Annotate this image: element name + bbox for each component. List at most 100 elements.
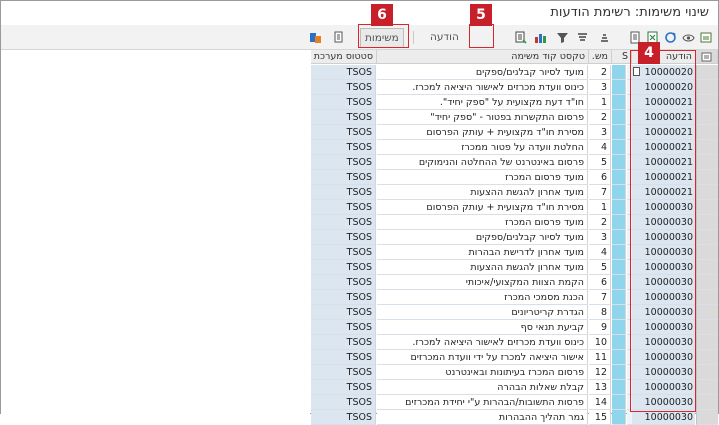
window-title: שינוי משימות: רשימת הודעות <box>550 5 709 20</box>
sort-ascending-icon[interactable] <box>597 30 611 44</box>
empty-area <box>1 365 310 380</box>
empty-area <box>1 275 310 290</box>
cell-s <box>612 215 626 230</box>
cell-s <box>612 350 626 365</box>
cell-status: TSOS <box>311 155 376 170</box>
callout-4: 4 <box>638 42 660 64</box>
row-selector[interactable] <box>696 260 718 275</box>
row-selector[interactable] <box>696 155 718 170</box>
row-selector[interactable] <box>696 110 718 125</box>
cell-num: 6 <box>589 170 611 185</box>
table-row[interactable]: TSOS כינוס וועדת מכרזים לאישור היציאה למכ… <box>1 80 718 95</box>
row-selector[interactable] <box>696 245 718 260</box>
empty-area <box>1 80 310 95</box>
table-row[interactable]: TSOS מסירת חו"ד מקצועית + עותק הפרסום 3 100… <box>1 125 718 140</box>
layout-icon[interactable] <box>308 30 322 44</box>
cell-s <box>612 110 626 125</box>
empty-area <box>1 380 310 395</box>
row-selector[interactable] <box>696 185 718 200</box>
table-row[interactable]: TSOS מועד אחרון להגשת ההצעות 5 10000030 <box>1 260 718 275</box>
cell-num: 2 <box>589 215 611 230</box>
header-task-text[interactable]: טקסט קוד משימה <box>377 50 589 64</box>
row-selector[interactable] <box>696 365 718 380</box>
table-row[interactable]: TSOS מועד לסיור קבלנים/ספקים 2 10000020 <box>1 65 718 80</box>
cell-s <box>612 125 626 140</box>
sort-descending-icon[interactable] <box>575 30 589 44</box>
cell-s <box>612 305 626 320</box>
header-num[interactable]: מש. <box>589 50 612 64</box>
empty-area <box>1 410 310 425</box>
recycle-icon[interactable] <box>663 30 677 44</box>
cell-s <box>612 185 626 200</box>
row-selector[interactable] <box>696 275 718 290</box>
table-row[interactable]: TSOS מועד אחרון להגשת ההצעות 7 10000021 <box>1 185 718 200</box>
row-selector[interactable] <box>696 350 718 365</box>
table-row[interactable]: TSOS גמר תהליך ההבהרות 15 10000030 <box>1 410 718 425</box>
row-selector[interactable] <box>696 335 718 350</box>
select-all-header[interactable] <box>696 50 718 64</box>
empty-area <box>1 155 310 170</box>
row-selector[interactable] <box>696 170 718 185</box>
cell-s <box>612 395 626 410</box>
row-selector[interactable] <box>696 320 718 335</box>
print-preview-icon[interactable] <box>331 30 345 44</box>
row-selector[interactable] <box>696 410 718 425</box>
cell-num: 7 <box>589 185 611 200</box>
empty-area <box>1 395 310 410</box>
header-status[interactable]: סטטוס מערכת <box>311 50 377 64</box>
row-selector[interactable] <box>696 65 718 80</box>
row-selector[interactable] <box>696 200 718 215</box>
row-selector[interactable] <box>696 95 718 110</box>
table-row[interactable]: TSOS החלטת וועדה על פטור ממכרז 4 10000021 <box>1 140 718 155</box>
table-row[interactable]: TSOS פרסום התקשרות בפטור - "ספק יחיד" 2 100… <box>1 110 718 125</box>
table-row[interactable]: TSOS הכנת מסמכי המכרז 7 10000030 <box>1 290 718 305</box>
table-row[interactable]: TSOS הגדרת קריטריונים 8 10000030 <box>1 305 718 320</box>
table-row[interactable]: TSOS מועד לסיור קבלנים/ספקים 3 10000030 <box>1 230 718 245</box>
row-selector[interactable] <box>696 290 718 305</box>
table-row[interactable]: TSOS הקמת הצוות המקצועי/איכותי 6 10000030 <box>1 275 718 290</box>
eye-icon[interactable] <box>681 30 695 44</box>
table-row[interactable]: TSOS חו"ד דעת מקצועית על "ספק יחיד". 1 1000… <box>1 95 718 110</box>
row-selector[interactable] <box>696 140 718 155</box>
table-row[interactable]: TSOS מועד פרסום המכרז 2 10000030 <box>1 215 718 230</box>
empty-area <box>1 245 310 260</box>
row-selector[interactable] <box>696 215 718 230</box>
toolbar-separator <box>413 31 414 44</box>
table-row[interactable]: TSOS כינוס וועדת מכרזים לאישור היציאה למכ… <box>1 335 718 350</box>
row-selector[interactable] <box>696 125 718 140</box>
table-row[interactable]: TSOS מועד אחרון לדרישת הבהרות 4 10000030 <box>1 245 718 260</box>
refresh-icon[interactable] <box>699 30 713 44</box>
cell-s <box>612 320 626 335</box>
row-selector[interactable] <box>696 230 718 245</box>
cell-status: TSOS <box>311 365 376 380</box>
table-row[interactable]: TSOS אישור היציאה למכרז על ידי וועדת המכר… <box>1 350 718 365</box>
export-icon[interactable] <box>513 30 527 44</box>
cell-s <box>612 230 626 245</box>
row-selector[interactable] <box>696 305 718 320</box>
row-selector[interactable] <box>696 380 718 395</box>
row-selector[interactable] <box>696 80 718 95</box>
chart-icon[interactable] <box>533 30 547 44</box>
cell-num: 3 <box>589 80 611 95</box>
table-row[interactable]: TSOS פרסום באינטרנט של ההחלטה והנימוקים 5 1… <box>1 155 718 170</box>
cell-status: TSOS <box>311 95 376 110</box>
cell-num: 4 <box>589 140 611 155</box>
cell-status: TSOS <box>311 65 376 80</box>
cell-num: 6 <box>589 275 611 290</box>
cell-status: TSOS <box>311 245 376 260</box>
table-row[interactable]: TSOS קבלת שאלות הבהרה 13 10000030 <box>1 380 718 395</box>
window-frame: שינוי משימות: רשימת הודעות הודעה משימות … <box>0 0 719 425</box>
table-row[interactable]: TSOS פרסום המכרז בעיתונות ובאינטרנט 12 1000… <box>1 365 718 380</box>
table-row[interactable]: TSOS קביעת תנאי סף 9 10000030 <box>1 320 718 335</box>
cell-status: TSOS <box>311 290 376 305</box>
filter-icon[interactable] <box>555 30 569 44</box>
cell-num: 12 <box>589 365 611 380</box>
notification-button[interactable]: הודעה <box>426 28 463 46</box>
cell-notification[interactable]: 10000030 <box>632 410 695 425</box>
row-selector[interactable] <box>696 395 718 410</box>
header-s[interactable]: S <box>612 50 632 64</box>
table-row[interactable]: TSOS מסירת חו"ד מקצועית + עותק הפרסום 1 100… <box>1 200 718 215</box>
table-row[interactable]: TSOS מועד פרסום המכרז 6 10000021 <box>1 170 718 185</box>
table-row[interactable]: TSOS פרסות התשובות/הבהרות ע"י יחידת המכרז… <box>1 395 718 410</box>
cell-status: TSOS <box>311 335 376 350</box>
